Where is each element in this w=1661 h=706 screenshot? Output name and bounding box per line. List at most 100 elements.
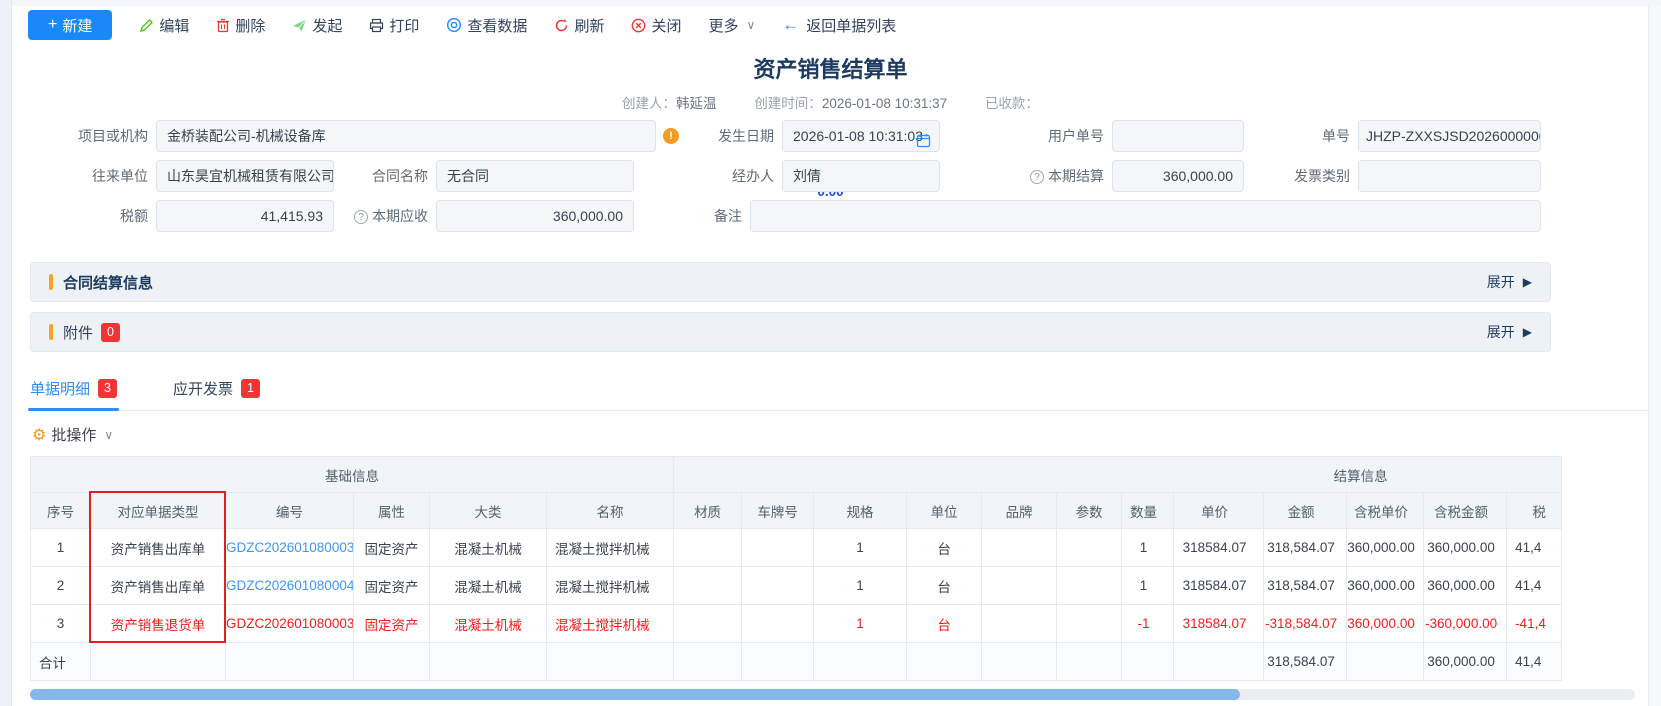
table-cell: 318584.07 — [1174, 605, 1264, 643]
counterparty-field[interactable]: 山东昊宜机械租赁有限公司 — [156, 160, 334, 192]
column-header[interactable]: 大类 — [430, 493, 547, 529]
table-cell: 资产销售退货单 — [91, 605, 226, 643]
column-header[interactable]: 税 — [1507, 493, 1562, 529]
total-cell — [226, 643, 354, 681]
orange-marker-icon — [49, 324, 53, 340]
tab-document-detail[interactable]: 单据明细 3 — [30, 366, 117, 410]
project-field[interactable]: 金桥装配公司-机械设备库 — [156, 120, 656, 152]
calendar-icon[interactable] — [916, 128, 931, 152]
table-cell: 1 — [814, 567, 907, 605]
table-cell — [674, 529, 742, 567]
contract-settlement-panel[interactable]: 合同结算信息 展开▶ — [30, 262, 1551, 302]
total-cell: 318,584.07 — [1264, 643, 1347, 681]
table-cell — [674, 605, 742, 643]
active-tab-underline — [28, 408, 119, 411]
user-no-label: 用户单号 — [1032, 120, 1104, 152]
column-header[interactable]: 品牌 — [982, 493, 1057, 529]
table-row[interactable]: 2资产销售出库单GDZC202601080004固定资产混凝土机械混凝土搅拌机械… — [31, 567, 1562, 605]
column-header[interactable]: 名称 — [547, 493, 674, 529]
table-cell: 1 — [814, 605, 907, 643]
table-cell: 资产销售出库单 — [91, 529, 226, 567]
doc-number-link[interactable]: GDZC202601080003 — [226, 540, 354, 555]
column-header[interactable]: 对应单据类型 — [91, 493, 226, 529]
doc-number-link[interactable]: GDZC202601080004 — [226, 578, 354, 593]
total-cell — [1174, 643, 1264, 681]
column-header[interactable]: 单价 — [1174, 493, 1264, 529]
date-label: 发生日期 — [706, 120, 774, 152]
table-cell: 台 — [907, 567, 982, 605]
column-header[interactable]: 参数 — [1057, 493, 1122, 529]
project-label: 项目或机构 — [40, 120, 148, 152]
total-cell — [430, 643, 547, 681]
attachments-count-badge: 0 — [101, 323, 120, 342]
column-header[interactable]: 车牌号 — [742, 493, 814, 529]
triangle-right-icon: ▶ — [1523, 325, 1532, 339]
table-cell — [742, 529, 814, 567]
detail-table-wrap: 基础信息结算信息序号对应单据类型编号属性大类名称材质车牌号规格单位品牌参数数量单… — [30, 456, 1561, 681]
question-circle-icon[interactable]: ? — [1030, 170, 1044, 184]
panel-title: 合同结算信息 — [63, 272, 153, 293]
date-field[interactable]: 2026-01-08 10:31:03 — [782, 120, 940, 152]
table-cell: 混凝土搅拌机械 — [547, 567, 674, 605]
horizontal-scrollbar[interactable] — [30, 689, 1635, 700]
tab-invoice-due[interactable]: 应开发票 1 — [173, 366, 260, 410]
table-cell — [1057, 605, 1122, 643]
table-cell[interactable]: GDZC202601080004 — [226, 567, 354, 605]
contract-name-field[interactable]: 无合同 — [436, 160, 634, 192]
table-cell: 1 — [1122, 529, 1174, 567]
table-cell: -318,584.07 — [1264, 605, 1347, 643]
table-cell: -41,4 — [1507, 605, 1562, 643]
table-cell: 2 — [31, 567, 91, 605]
table-cell — [982, 567, 1057, 605]
horizontal-scrollbar-thumb[interactable] — [30, 689, 1240, 700]
user-no-field[interactable] — [1112, 120, 1244, 152]
invoice-type-label: 发票类别 — [1280, 160, 1350, 192]
invoice-type-field[interactable] — [1358, 160, 1541, 192]
column-header[interactable]: 含税单价 — [1347, 493, 1424, 529]
expand-button[interactable]: 展开▶ — [1487, 272, 1532, 292]
table-cell — [742, 567, 814, 605]
invoice-count-badge: 1 — [241, 379, 260, 398]
info-icon[interactable]: ! — [663, 128, 679, 144]
detail-count-badge: 3 — [98, 379, 117, 398]
total-cell — [1057, 643, 1122, 681]
table-cell: 混凝土机械 — [430, 567, 547, 605]
table-cell: 360,000.00 — [1347, 529, 1424, 567]
table-cell: 1 — [1122, 567, 1174, 605]
total-cell — [1347, 643, 1424, 681]
batch-operations-button[interactable]: ⚙ 批操作 ∨ — [32, 424, 113, 445]
total-cell: 360,000.00 — [1424, 643, 1507, 681]
triangle-right-icon: ▶ — [1523, 275, 1532, 289]
column-header[interactable]: 金额 — [1264, 493, 1347, 529]
remark-field[interactable] — [750, 200, 1541, 232]
table-row[interactable]: 3资产销售退货单GDZC202601080003固定资产混凝土机械混凝土搅拌机械… — [31, 605, 1562, 643]
table-cell — [1057, 567, 1122, 605]
column-header[interactable]: 含税金额 — [1424, 493, 1507, 529]
column-header[interactable]: 序号 — [31, 493, 91, 529]
settlement-field[interactable]: 360,000.00 — [1112, 160, 1244, 192]
table-cell: 318584.07 — [1174, 529, 1264, 567]
column-header[interactable]: 规格 — [814, 493, 907, 529]
table-cell — [742, 605, 814, 643]
table-cell: 41,4 — [1507, 567, 1562, 605]
column-header[interactable]: 单位 — [907, 493, 982, 529]
column-header[interactable]: 材质 — [674, 493, 742, 529]
agent-field[interactable]: 刘倩 — [782, 160, 940, 192]
total-cell — [814, 643, 907, 681]
expand-button[interactable]: 展开▶ — [1487, 322, 1532, 342]
attachments-panel[interactable]: 附件 0 展开▶ — [30, 312, 1551, 352]
table-cell — [982, 605, 1057, 643]
table-cell: 318,584.07 — [1264, 567, 1347, 605]
total-cell — [547, 643, 674, 681]
table-cell[interactable]: GDZC202601080003 — [226, 529, 354, 567]
column-header[interactable]: 编号 — [226, 493, 354, 529]
table-cell: 混凝土机械 — [430, 529, 547, 567]
table-row[interactable]: 1资产销售出库单GDZC202601080003固定资产混凝土机械混凝土搅拌机械… — [31, 529, 1562, 567]
receivable-field[interactable]: 360,000.00 — [436, 200, 634, 232]
table-cell: 41,4 — [1507, 529, 1562, 567]
question-circle-icon[interactable]: ? — [354, 210, 368, 224]
column-header[interactable]: 数量 — [1122, 493, 1174, 529]
doc-no-field[interactable]: JHZP-ZXXSJSD20260000001 — [1358, 120, 1541, 152]
column-header[interactable]: 属性 — [354, 493, 430, 529]
contract-name-label: 合同名称 — [362, 160, 428, 192]
